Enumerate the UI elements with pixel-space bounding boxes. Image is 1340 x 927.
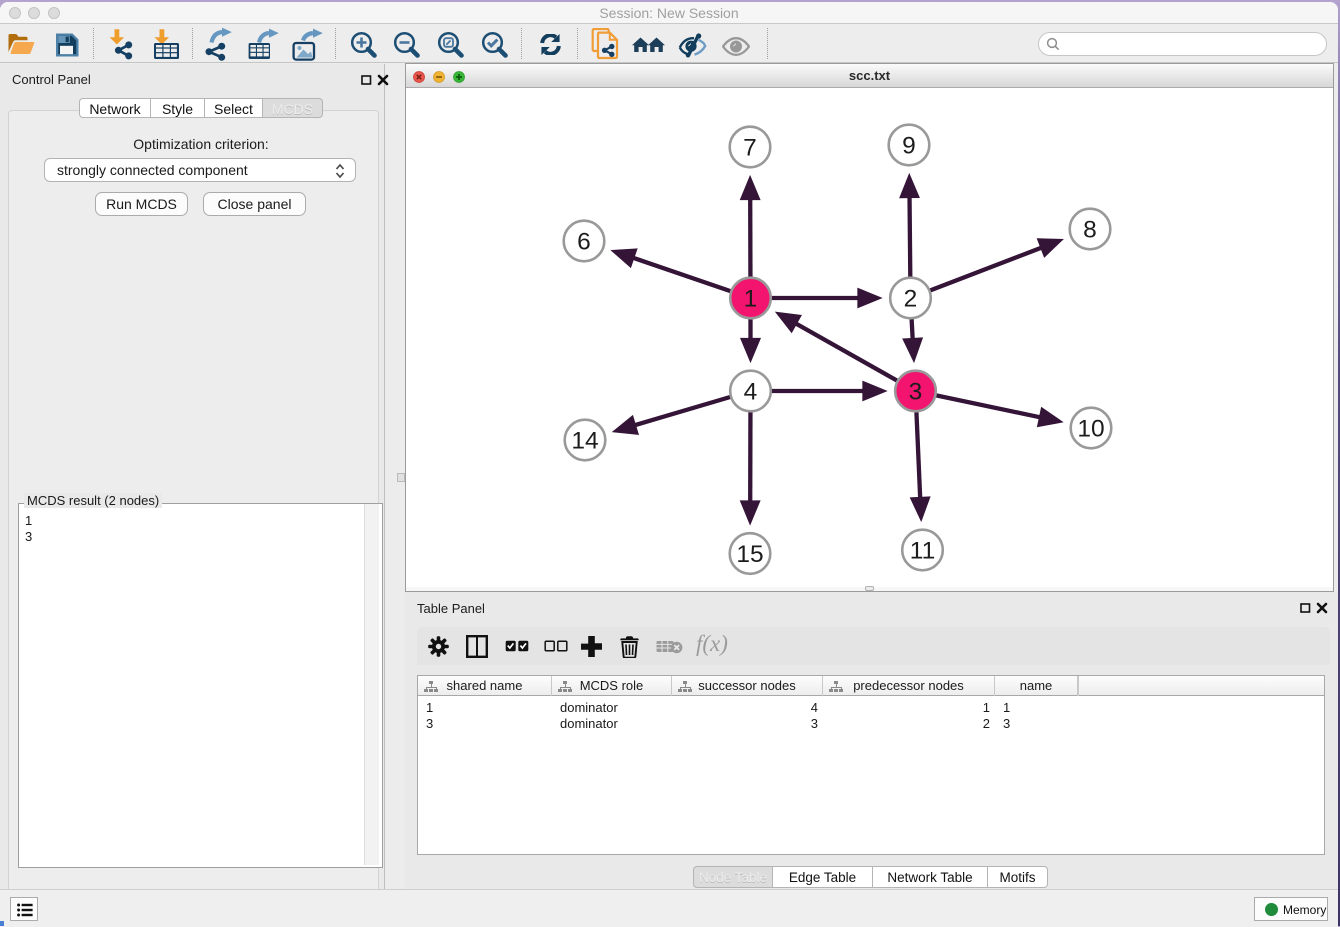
svg-text:15: 15 <box>736 541 763 568</box>
svg-text:10: 10 <box>1077 416 1104 443</box>
svg-text:14: 14 <box>571 428 598 455</box>
svg-text:7: 7 <box>743 135 757 162</box>
svg-text:11: 11 <box>910 538 935 565</box>
svg-text:6: 6 <box>577 229 591 256</box>
svg-text:8: 8 <box>1083 217 1097 244</box>
svg-text:3: 3 <box>909 379 923 406</box>
svg-text:4: 4 <box>744 379 758 406</box>
svg-text:1: 1 <box>744 286 758 313</box>
svg-text:2: 2 <box>904 286 918 313</box>
svg-text:9: 9 <box>902 133 916 160</box>
